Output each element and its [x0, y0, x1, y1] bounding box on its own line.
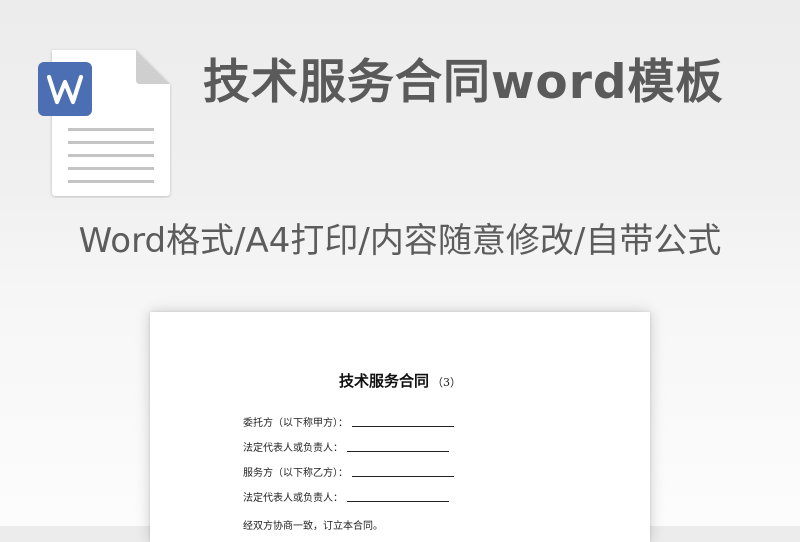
- field-label: 服务方（以下称乙方）：: [243, 468, 348, 479]
- field-label: 委托方（以下称甲方）：: [243, 418, 348, 429]
- fill-in-line: [347, 500, 449, 502]
- fill-in-line: [347, 450, 449, 452]
- feature-subtitle: Word格式/A4打印/内容随意修改/自带公式: [78, 221, 722, 261]
- fill-in-line: [352, 475, 454, 477]
- field-provider: 服务方（以下称乙方）：: [243, 463, 454, 479]
- word-file-icon: [38, 46, 172, 198]
- field-provider-representative: 法定代表人或负责人：: [243, 488, 449, 504]
- document-title-text: 技术服务合同: [338, 372, 429, 390]
- document-title-suffix: （3）: [432, 376, 461, 389]
- document-preview: 技术服务合同 （3） 委托方（以下称甲方）： 法定代表人或负责人： 服务方（以下称…: [150, 312, 650, 542]
- field-label: 法定代表人或负责人：: [243, 443, 343, 454]
- field-client-representative: 法定代表人或负责人：: [243, 438, 449, 454]
- document-body-text: 经双方协商一致，订立本合同。: [243, 521, 383, 532]
- fill-in-line: [352, 425, 454, 427]
- field-label: 法定代表人或负责人：: [243, 493, 343, 504]
- field-client: 委托方（以下称甲方）：: [243, 413, 454, 429]
- page-title: 技术服务合同word模板: [203, 55, 724, 110]
- document-title: 技术服务合同 （3）: [150, 370, 650, 391]
